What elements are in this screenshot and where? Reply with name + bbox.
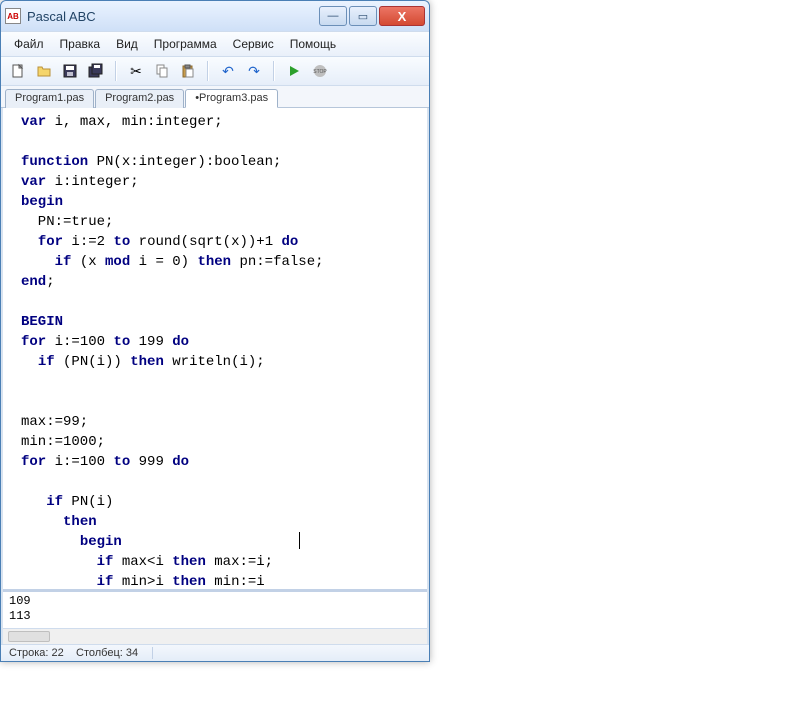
menu-view[interactable]: Вид — [109, 35, 145, 53]
tab-program2[interactable]: Program2.pas — [95, 89, 184, 108]
output-line: 113 — [9, 609, 421, 624]
app-window: AB Pascal ABC — ▭ X Файл Правка Вид Прог… — [0, 0, 430, 662]
output-panel[interactable]: 109113 — [3, 589, 427, 628]
stop-icon[interactable]: STOP — [309, 60, 331, 82]
status-line: Строка: 22 Столбец: 34 — [9, 647, 152, 659]
output-line: 109 — [9, 594, 421, 609]
editor-area: var i, max, min:integer; function PN(x:i… — [1, 108, 429, 644]
open-file-icon[interactable] — [33, 60, 55, 82]
toolbar-separator — [273, 61, 275, 81]
status-right — [152, 647, 332, 659]
save-all-icon[interactable] — [85, 60, 107, 82]
tab-program1[interactable]: Program1.pas — [5, 89, 94, 108]
tab-program3[interactable]: •Program3.pas — [185, 89, 278, 108]
app-icon: AB — [5, 8, 21, 24]
horizontal-scrollbar[interactable] — [3, 628, 427, 644]
close-button[interactable]: X — [379, 6, 425, 26]
menu-edit[interactable]: Правка — [53, 35, 108, 53]
svg-text:STOP: STOP — [313, 69, 327, 75]
paste-icon[interactable] — [177, 60, 199, 82]
toolbar-separator — [115, 61, 117, 81]
menubar: Файл Правка Вид Программа Сервис Помощь — [1, 31, 429, 57]
redo-icon[interactable]: ↷ — [243, 60, 265, 82]
tabbar: Program1.pas Program2.pas •Program3.pas — [1, 86, 429, 108]
titlebar[interactable]: AB Pascal ABC — ▭ X — [1, 1, 429, 31]
menu-program[interactable]: Программа — [147, 35, 224, 53]
text-caret — [299, 532, 300, 549]
save-icon[interactable] — [59, 60, 81, 82]
menu-file[interactable]: Файл — [7, 35, 51, 53]
minimize-button[interactable]: — — [319, 6, 347, 26]
menu-help[interactable]: Помощь — [283, 35, 343, 53]
toolbar-separator — [207, 61, 209, 81]
code-editor[interactable]: var i, max, min:integer; function PN(x:i… — [3, 108, 427, 589]
cut-icon[interactable]: ✂ — [125, 60, 147, 82]
window-controls: — ▭ X — [319, 6, 425, 26]
run-icon[interactable] — [283, 60, 305, 82]
undo-icon[interactable]: ↶ — [217, 60, 239, 82]
maximize-button[interactable]: ▭ — [349, 6, 377, 26]
toolbar: ✂ ↶ ↷ STOP — [1, 57, 429, 86]
window-title: Pascal ABC — [27, 9, 319, 24]
statusbar: Строка: 22 Столбец: 34 — [1, 644, 429, 661]
scrollbar-thumb[interactable] — [8, 631, 50, 642]
menu-service[interactable]: Сервис — [226, 35, 281, 53]
copy-icon[interactable] — [151, 60, 173, 82]
new-file-icon[interactable] — [7, 60, 29, 82]
